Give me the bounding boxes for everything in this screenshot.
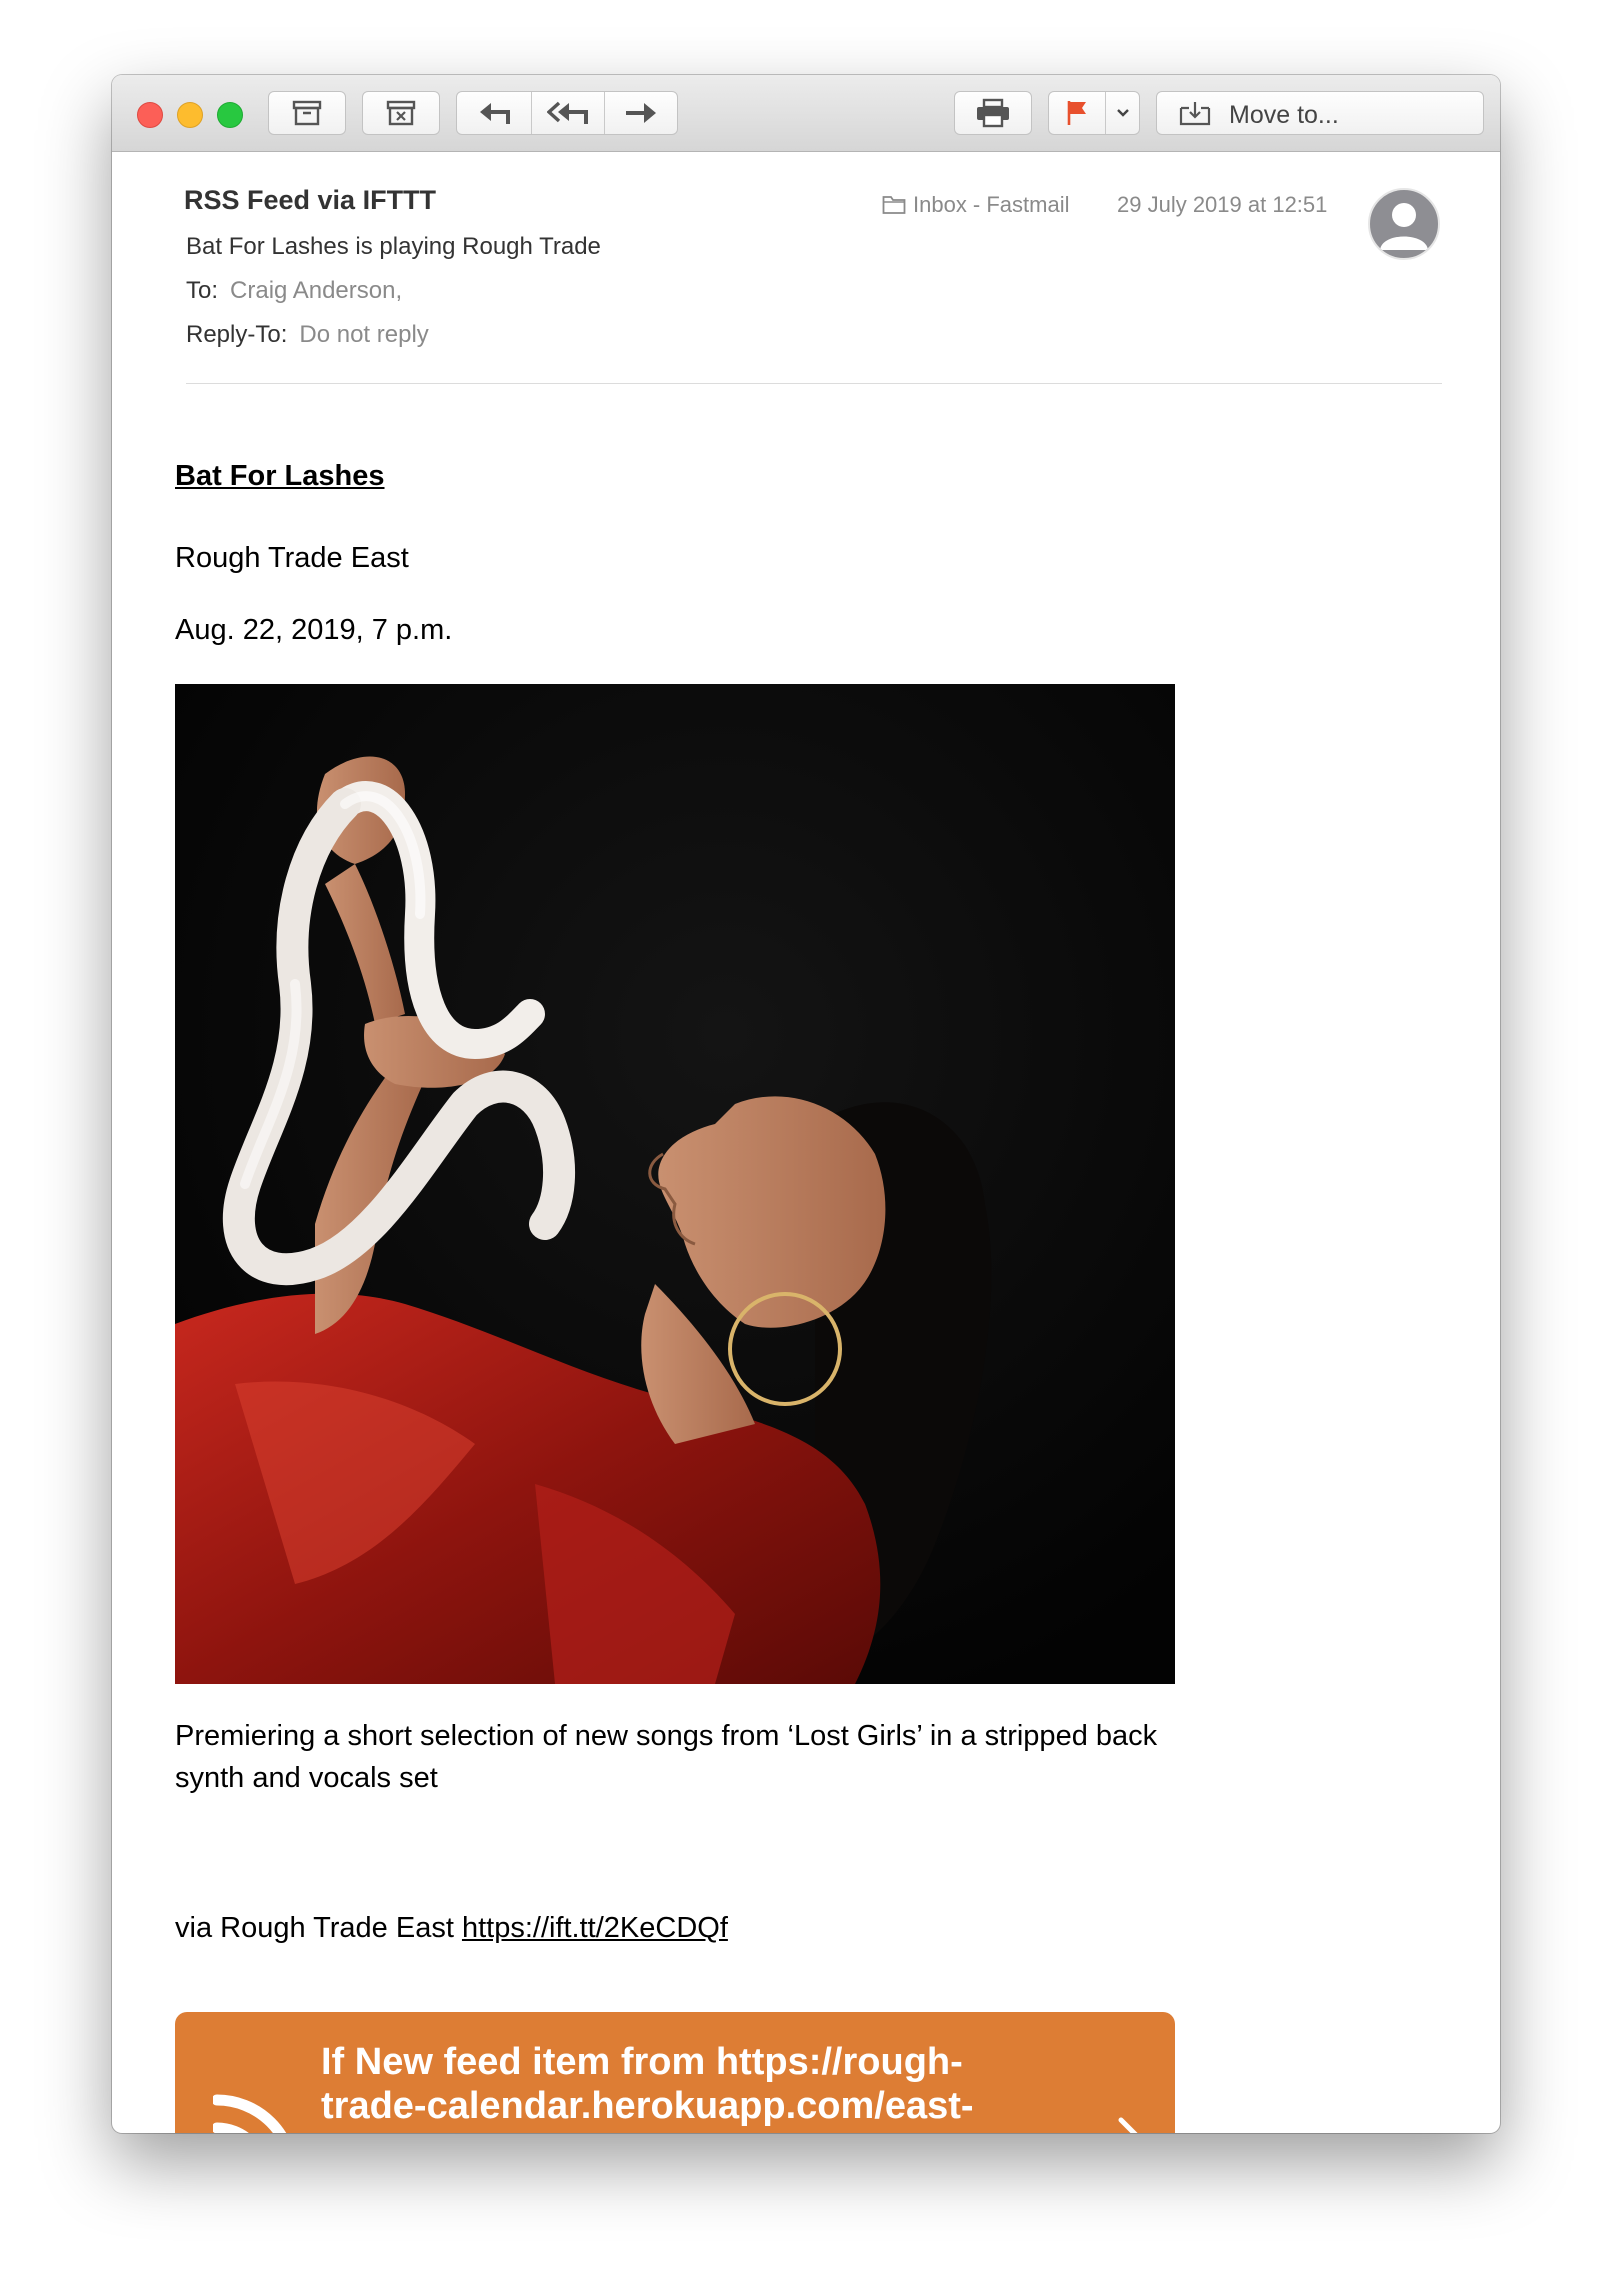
person-icon: [1380, 203, 1428, 250]
to-row: To: Craig Anderson,: [186, 277, 402, 305]
toolbar: Move to...: [112, 75, 1500, 152]
flag-menu-button[interactable]: [1106, 92, 1139, 134]
reply-button[interactable]: [457, 92, 531, 134]
sender-avatar: [1368, 188, 1440, 260]
folder-icon: [882, 196, 906, 214]
chevron-right-icon: [1118, 2117, 1138, 2133]
mailbox-name: Inbox - Fastmail: [913, 192, 1070, 217]
move-to-label: Move to...: [1229, 101, 1339, 129]
minimize-window-button[interactable]: [177, 102, 203, 128]
close-window-button[interactable]: [137, 102, 163, 128]
forward-icon: [626, 103, 656, 123]
via-line: via Rough Trade East https://ift.tt/2KeC…: [175, 1912, 728, 1945]
rss-feed-icon: [213, 2094, 287, 2133]
via-prefix: via Rough Trade East: [175, 1912, 454, 1944]
junk-button[interactable]: [362, 91, 440, 135]
reply-to-label: Reply-To:: [186, 321, 288, 348]
mail-window: Move to... RSS Feed via IFTTT Bat For La…: [112, 75, 1500, 2133]
reply-icon: [480, 103, 510, 124]
event-venue: Rough Trade East: [175, 542, 409, 574]
event-description: Premiering a short selection of new song…: [175, 1720, 1158, 1794]
message-subject: Bat For Lashes is playing Rough Trade: [186, 233, 601, 260]
flag-button[interactable]: [1049, 92, 1105, 134]
to-label: To:: [186, 277, 219, 304]
event-title-link[interactable]: Bat For Lashes: [175, 460, 385, 493]
forward-button[interactable]: [605, 92, 677, 134]
junk-icon: [386, 100, 416, 126]
reply-all-button[interactable]: [532, 92, 604, 134]
applet-text: If New feed item from https://rough-trad…: [321, 2041, 974, 2127]
message-date: 29 July 2019 at 12:51: [1117, 192, 1328, 217]
event-photo: [175, 684, 1175, 1684]
move-to-icon: [1179, 102, 1211, 126]
printer-icon: [977, 98, 1009, 128]
mailbox-location: Inbox - Fastmail: [882, 192, 1070, 218]
source-link[interactable]: https://ift.tt/2KeCDQf: [462, 1912, 728, 1944]
chevron-down-icon: [1116, 109, 1129, 117]
print-button[interactable]: [954, 91, 1032, 135]
reply-to-address[interactable]: Do not reply: [299, 321, 428, 348]
event-datetime: Aug. 22, 2019, 7 p.m.: [175, 614, 453, 646]
zoom-window-button[interactable]: [217, 102, 243, 128]
sender-name[interactable]: RSS Feed via IFTTT: [184, 185, 436, 216]
flag-group: [1048, 91, 1140, 135]
archive-icon: [292, 100, 322, 126]
move-to-button[interactable]: Move to...: [1156, 91, 1484, 135]
reply-group: [456, 91, 678, 135]
header-divider: [186, 383, 1442, 384]
ifttt-applet-card[interactable]: If New feed item from https://rough-trad…: [175, 2012, 1175, 2133]
flag-icon: [1067, 101, 1086, 125]
reply-to-row: Reply-To: Do not reply: [186, 321, 429, 349]
to-recipient[interactable]: Craig Anderson,: [230, 277, 402, 304]
archive-button[interactable]: [268, 91, 346, 135]
reply-all-icon: [547, 101, 588, 124]
